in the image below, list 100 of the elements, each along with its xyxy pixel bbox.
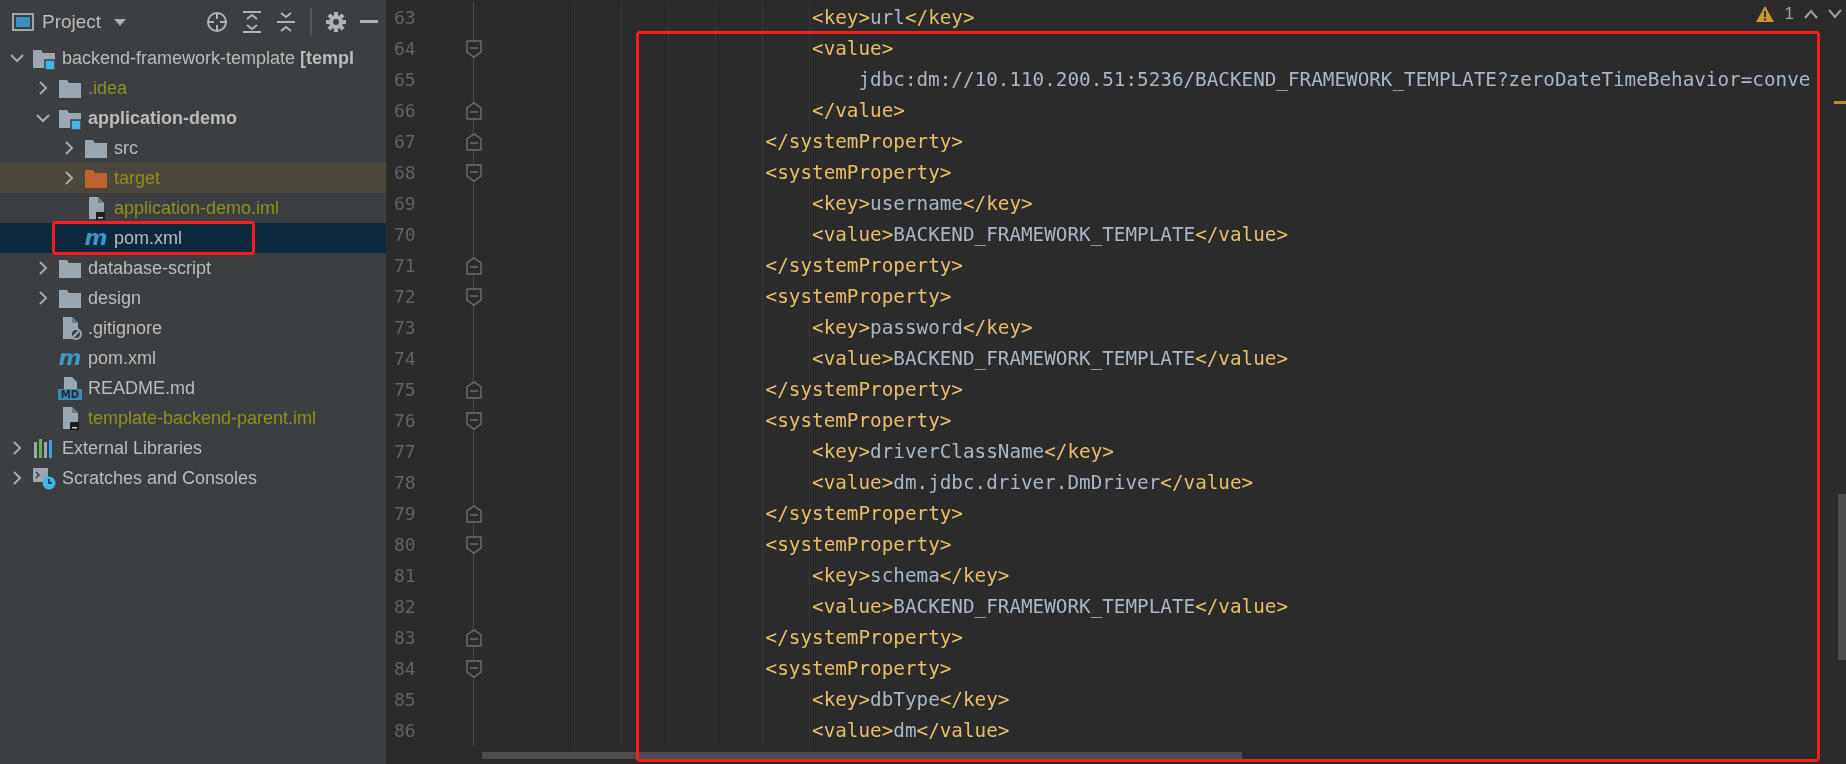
warning-count: 1 — [1784, 4, 1794, 24]
project-view-icon[interactable] — [12, 11, 34, 32]
item-label: .idea — [88, 77, 128, 99]
code-line: </value> — [812, 99, 905, 122]
warning-icon[interactable] — [1754, 5, 1775, 23]
code-line: </systemProperty> — [765, 254, 963, 277]
item-label: README.md — [88, 377, 195, 399]
line-number: 64 — [393, 37, 417, 61]
expand-all-icon[interactable] — [242, 10, 262, 33]
code-line: <systemProperty> — [765, 161, 952, 184]
tree-row[interactable]: m pom.xml — [0, 343, 386, 373]
line-number: 84 — [393, 657, 417, 681]
tree-row[interactable]: .gitignore — [0, 313, 386, 343]
vertical-scrollbar[interactable] — [1838, 494, 1846, 660]
code-line: <key>url</key> — [812, 6, 975, 29]
tree-row[interactable]: design — [0, 283, 386, 313]
line-number: 63 — [393, 6, 417, 30]
fold-marker-icon[interactable] — [466, 132, 482, 151]
maven-icon: m — [58, 346, 82, 370]
item-label: pom.xml — [114, 227, 182, 249]
line-number: 76 — [393, 409, 417, 433]
tree-row[interactable]: External Libraries — [0, 433, 386, 463]
item-label: External Libraries — [62, 437, 203, 459]
tree-row[interactable]: application-demo — [0, 103, 386, 133]
item-label: application-demo — [88, 107, 237, 129]
code-line: <value>BACKEND_FRAMEWORK_TEMPLATE</value> — [812, 595, 1288, 618]
line-number: 83 — [393, 626, 417, 650]
item-label: database-script — [88, 257, 212, 279]
fold-marker-icon[interactable] — [466, 380, 482, 399]
code-line: <systemProperty> — [765, 409, 952, 432]
code-line: <key>dbType</key> — [812, 688, 1010, 711]
code-line: <systemProperty> — [765, 285, 952, 308]
item-label: application-demo.iml — [114, 197, 280, 219]
collapse-all-icon[interactable] — [276, 10, 296, 33]
item-label: design — [88, 287, 142, 309]
tree-row[interactable]: .idea — [0, 73, 386, 103]
panel-title[interactable]: Project — [42, 10, 102, 33]
dropdown-caret-icon[interactable] — [113, 16, 128, 27]
code-line: <systemProperty> — [765, 533, 952, 556]
tree-row[interactable]: template-backend-parent.iml — [0, 403, 386, 433]
tree-row[interactable]: src — [0, 133, 386, 163]
fold-marker-icon[interactable] — [466, 659, 482, 678]
item-label: pom.xml — [88, 347, 156, 369]
code-line: </systemProperty> — [765, 130, 963, 153]
clock-console-icon — [32, 466, 56, 490]
item-label: src — [114, 137, 138, 159]
line-number: 69 — [393, 192, 417, 216]
code-line: <value> — [812, 37, 894, 60]
tree-row[interactable]: backend-framework-template [templ — [0, 43, 386, 73]
code-line: <systemProperty> — [765, 657, 952, 680]
code-line: jdbc:dm://10.110.200.51:5236/BACKEND_FRAMEWORK_TEMPLATE?zeroDateTimeBehavior=conve — [858, 68, 1811, 91]
fold-marker-icon[interactable] — [466, 411, 482, 430]
fold-marker-icon[interactable] — [466, 287, 482, 306]
locate-icon[interactable] — [206, 10, 228, 33]
line-number: 65 — [393, 68, 417, 92]
code-line: </systemProperty> — [765, 378, 963, 401]
line-number: 73 — [393, 316, 417, 340]
line-number: 85 — [393, 688, 417, 712]
item-label: target — [114, 167, 161, 189]
tree-row[interactable]: m pom.xml — [0, 223, 386, 253]
code-line: <value>BACKEND_FRAMEWORK_TEMPLATE</value> — [812, 223, 1288, 246]
line-number: 70 — [393, 223, 417, 247]
code-line: <key>username</key> — [812, 192, 1033, 215]
line-number: 66 — [393, 99, 417, 123]
line-number: 78 — [393, 471, 417, 495]
line-number: 75 — [393, 378, 417, 402]
settings-icon[interactable] — [326, 11, 346, 32]
maven-icon: m — [84, 226, 108, 250]
code-line: <value>dm.jdbc.driver.DmDriver</value> — [812, 471, 1254, 494]
item-label: Scratches and Consoles — [62, 467, 258, 489]
minimize-icon[interactable] — [360, 19, 378, 24]
code-line: </systemProperty> — [765, 502, 963, 525]
code-line: <key>password</key> — [812, 316, 1033, 339]
fold-marker-icon[interactable] — [466, 504, 482, 523]
horizontal-scrollbar[interactable] — [482, 752, 1242, 759]
item-label: .gitignore — [88, 317, 163, 339]
fold-marker-icon[interactable] — [466, 628, 482, 647]
tree-row[interactable]: MD README.md — [0, 373, 386, 403]
item-label: template-backend-parent.iml — [88, 407, 317, 429]
line-number: 79 — [393, 502, 417, 526]
tree-row[interactable]: database-script — [0, 253, 386, 283]
line-number: 68 — [393, 161, 417, 185]
line-number: 71 — [393, 254, 417, 278]
code-line: <key>schema</key> — [812, 564, 1010, 587]
fold-marker-icon[interactable] — [466, 256, 482, 275]
line-number: 81 — [393, 564, 417, 588]
fold-marker-icon[interactable] — [466, 39, 482, 58]
fold-marker-icon[interactable] — [466, 535, 482, 554]
tree-row[interactable]: Scratches and Consoles — [0, 463, 386, 493]
tree-row[interactable]: application-demo.iml — [0, 193, 386, 223]
code-line: <value>dm</value> — [812, 719, 1010, 742]
fold-marker-icon[interactable] — [466, 163, 482, 182]
line-number: 77 — [393, 440, 417, 464]
code-line: </systemProperty> — [765, 626, 963, 649]
line-number: 74 — [393, 347, 417, 371]
code-line: <key>driverClassName</key> — [812, 440, 1114, 463]
line-number: 67 — [393, 130, 417, 154]
fold-marker-icon[interactable] — [466, 101, 482, 120]
item-label: backend-framework-template [templ — [62, 47, 355, 69]
code-line: <value>BACKEND_FRAMEWORK_TEMPLATE</value> — [812, 347, 1288, 370]
